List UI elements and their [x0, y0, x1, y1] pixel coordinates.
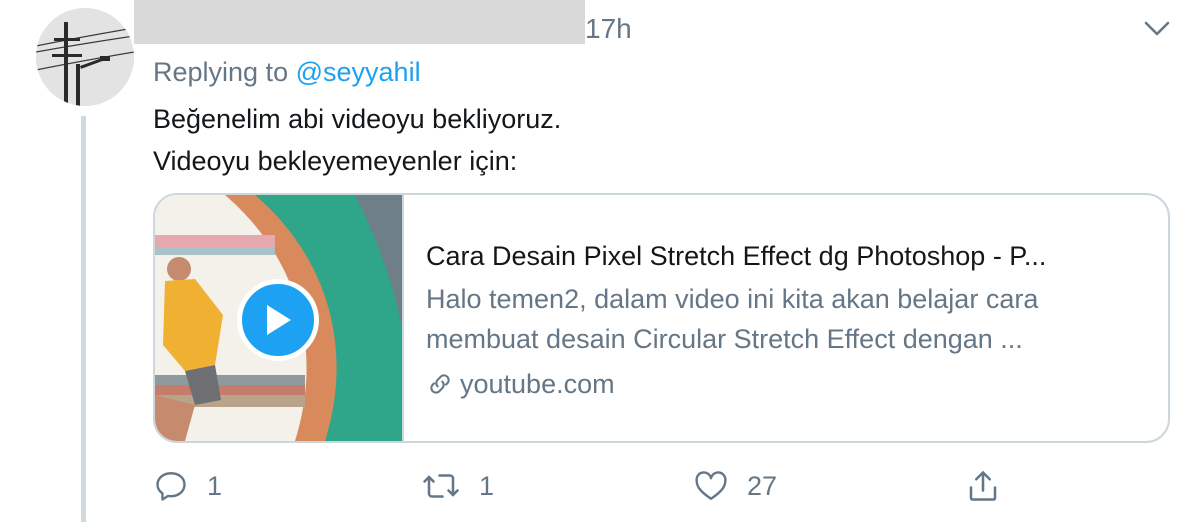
retweet-button[interactable]: 1	[421, 462, 494, 510]
card-description: Halo temen2, dalam video ini kita akan b…	[426, 279, 1126, 359]
play-button[interactable]	[237, 279, 319, 361]
replying-prefix: Replying to	[153, 57, 289, 87]
card-title: Cara Desain Pixel Stretch Effect dg Phot…	[426, 241, 1047, 271]
chevron-down-icon[interactable]	[1140, 12, 1174, 46]
retweet-count: 1	[479, 470, 495, 501]
retweet-icon	[423, 474, 459, 498]
link-card[interactable]: Cara Desain Pixel Stretch Effect dg Phot…	[153, 193, 1170, 443]
share-button[interactable]	[965, 462, 1001, 510]
share-icon	[969, 471, 997, 501]
reply-icon	[156, 472, 186, 501]
card-domain: youtube.com	[426, 363, 1146, 405]
reply-count: 1	[207, 470, 223, 501]
heart-icon	[695, 471, 727, 500]
avatar[interactable]	[36, 8, 134, 106]
tweet-text-line: Videoyu bekleyemeyenler için:	[153, 146, 518, 176]
redacted-name	[134, 0, 585, 44]
timestamp[interactable]: 17h	[585, 12, 632, 46]
tweet-text-line: Beğenelim abi videoyu bekliyoruz.	[153, 104, 562, 134]
play-icon	[267, 305, 291, 335]
reply-button[interactable]: 1	[153, 462, 222, 510]
link-icon	[430, 374, 450, 394]
action-bar: 1 1 27	[153, 462, 1013, 510]
video-thumbnail[interactable]	[155, 195, 404, 441]
thread-line	[81, 116, 86, 522]
tweet-text: Beğenelim abi videoyu bekliyoruz. Videoy…	[153, 98, 561, 182]
like-count: 27	[747, 470, 778, 501]
tweet[interactable]: 17h Replying to @seyyahil Beğenelim abi …	[0, 0, 1196, 522]
card-description-line: membuat desain Circular Stretch Effect d…	[426, 324, 1023, 354]
card-domain-text: youtube.com	[460, 369, 615, 399]
card-description-line: Halo temen2, dalam video ini kita akan b…	[426, 284, 1039, 314]
reply-handle-link[interactable]: @seyyahil	[296, 57, 421, 87]
replying-to: Replying to @seyyahil	[153, 55, 421, 89]
card-body: Cara Desain Pixel Stretch Effect dg Phot…	[426, 235, 1146, 405]
like-button[interactable]: 27	[693, 462, 777, 510]
